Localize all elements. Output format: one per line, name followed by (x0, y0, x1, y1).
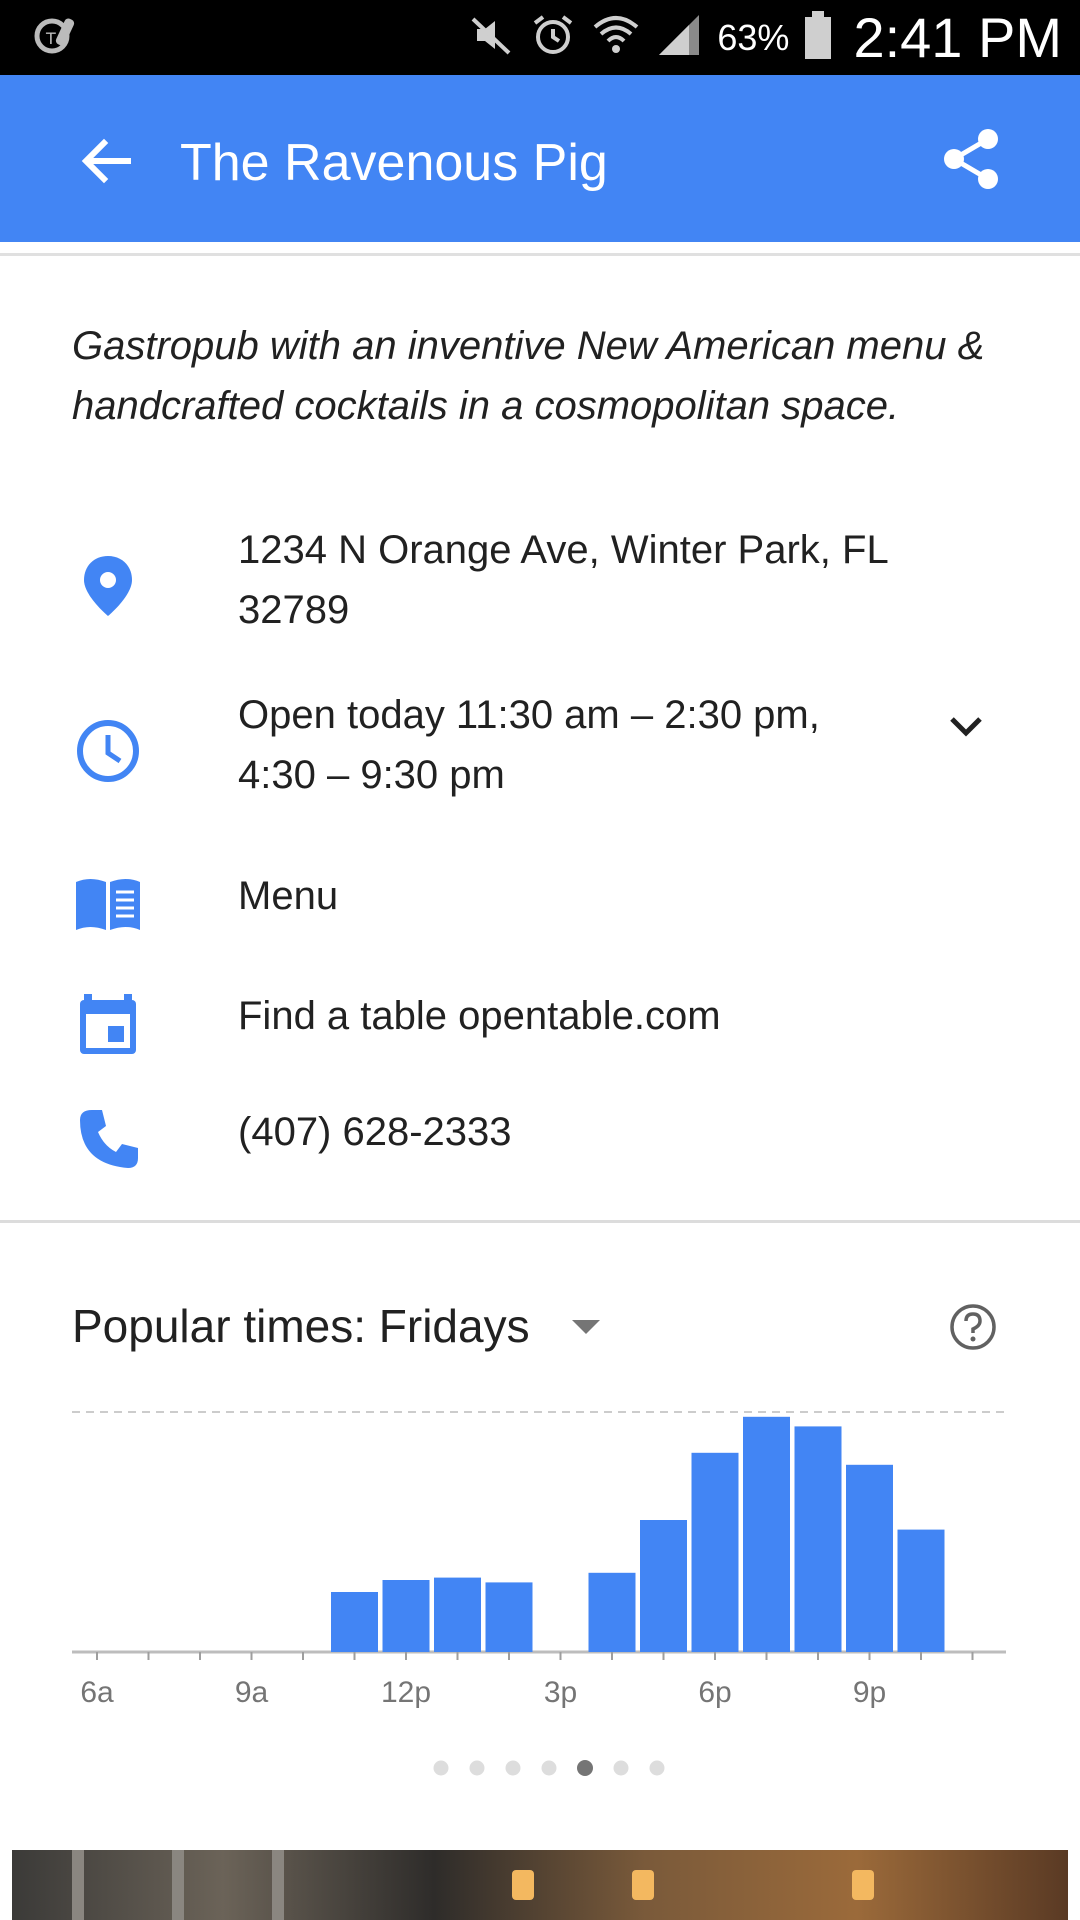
page-indicator[interactable] (0, 1758, 1080, 1778)
hours-line-1: Open today 11:30 am – 2:30 pm, (238, 693, 820, 737)
hours-row[interactable]: Open today 11:30 am – 2:30 pm, 4:30 – 9:… (0, 685, 1080, 805)
page-dot[interactable] (433, 1760, 449, 1776)
photo-detail (512, 1870, 534, 1900)
back-arrow-icon[interactable] (78, 133, 134, 189)
help-icon[interactable] (948, 1302, 998, 1352)
chart-tick-label: 9a (235, 1676, 269, 1709)
page-dot[interactable] (469, 1760, 485, 1776)
battery-icon (803, 9, 833, 66)
chart-tick-label: 3p (544, 1676, 577, 1709)
photo-detail (272, 1850, 284, 1920)
phone-number: (407) 628-2333 (238, 1110, 512, 1154)
place-photo[interactable] (12, 1850, 1068, 1920)
page-dot[interactable] (613, 1760, 629, 1776)
chart-bar (382, 1580, 430, 1652)
dropdown-caret-icon[interactable] (570, 1318, 602, 1343)
chart-bar (897, 1529, 945, 1652)
photo-detail (172, 1850, 184, 1920)
find-table-link: Find a table opentable.com (238, 994, 721, 1038)
chart-tick-label: 12p (381, 1676, 431, 1709)
page-dot[interactable] (541, 1760, 557, 1776)
status-bar: T 63% 2:41 PM (0, 0, 1080, 75)
clock-icon (72, 715, 144, 787)
page-dot[interactable] (649, 1760, 665, 1776)
popular-times-chart: 6a 9a 12p 3p 6p 9p (72, 1411, 1008, 1709)
page-dot[interactable] (505, 1760, 521, 1776)
wifi-icon (591, 11, 641, 64)
share-icon[interactable] (940, 127, 1004, 191)
app-bar: The Ravenous Pig (0, 75, 1080, 242)
alarm-icon (529, 11, 577, 64)
location-pin-icon (72, 550, 144, 622)
chart-bar (691, 1452, 739, 1652)
chart-bar (588, 1572, 636, 1652)
page-dot-active[interactable] (577, 1760, 593, 1776)
menu-book-icon (72, 868, 144, 940)
chevron-down-icon[interactable] (946, 707, 986, 747)
phone-icon (72, 1104, 144, 1176)
chart-tick-label: 6p (698, 1676, 731, 1709)
menu-link: Menu (238, 874, 339, 918)
chart-bar (640, 1520, 687, 1652)
mute-icon (467, 11, 515, 64)
reserve-row[interactable]: Find a table opentable.com (0, 986, 1080, 1066)
divider (0, 253, 1080, 256)
section-divider (0, 1220, 1080, 1223)
battery-percent: 63% (717, 16, 790, 58)
chart-bar (743, 1416, 790, 1652)
address-line-2: 32789 (238, 588, 350, 632)
page-title: The Ravenous Pig (180, 134, 608, 192)
popular-times-title[interactable]: Popular times: Fridays (72, 1296, 530, 1356)
clock-time: 2:41 PM (853, 6, 1062, 69)
hours-line-2: 4:30 – 9:30 pm (238, 753, 505, 797)
carrier-icon: T (30, 10, 82, 67)
svg-text:T: T (45, 29, 56, 48)
photo-detail (632, 1870, 654, 1900)
phone-row[interactable]: (407) 628-2333 (0, 1102, 1080, 1182)
place-description: Gastropub with an inventive New American… (72, 324, 985, 428)
chart-bar (434, 1577, 481, 1652)
chart-bar (794, 1426, 842, 1652)
chart-tick-label: 9p (853, 1676, 886, 1709)
chart-bar (485, 1582, 533, 1652)
chart-bar (331, 1592, 378, 1652)
signal-icon (655, 11, 703, 64)
chart-tick-label: 6a (80, 1676, 114, 1709)
photo-detail (852, 1870, 874, 1900)
calendar-icon (72, 986, 144, 1058)
address-row[interactable]: 1234 N Orange Ave, Winter Park, FL 32789 (0, 520, 1080, 640)
chart-bar (846, 1464, 893, 1652)
photo-detail (72, 1850, 84, 1920)
address-line-1: 1234 N Orange Ave, Winter Park, FL (238, 528, 889, 572)
menu-row[interactable]: Menu (0, 866, 1080, 946)
